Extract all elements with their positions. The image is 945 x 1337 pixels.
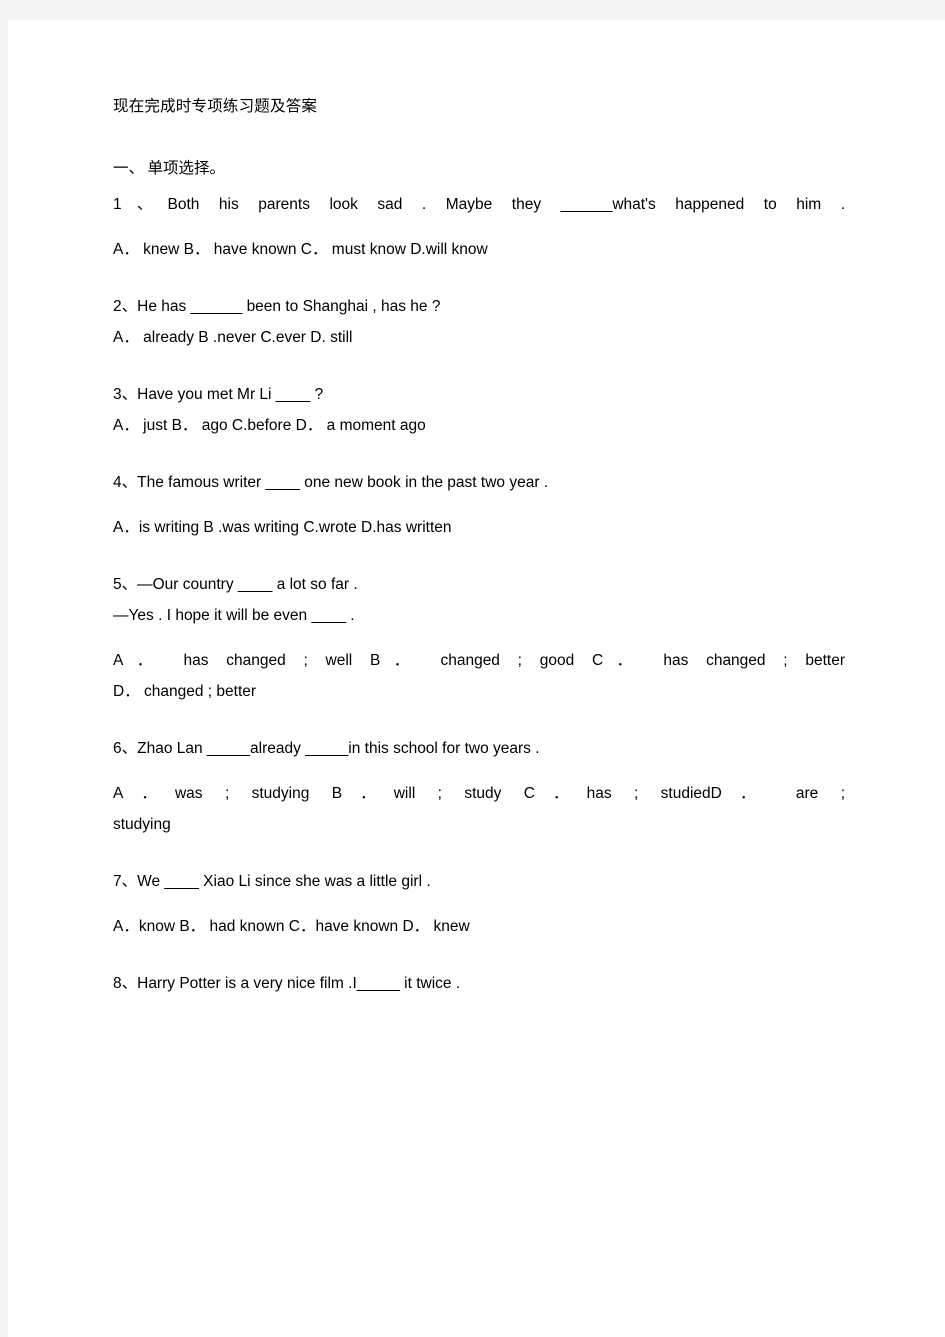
question-6-options-line-2: studying — [113, 816, 171, 833]
question-4-stem: 4、The famous writer ____ one new book in… — [113, 474, 549, 491]
question-5-options-line-1: A． has changed ; well B． changed ; good … — [113, 652, 845, 669]
question-8-stem: 8、Harry Potter is a very nice film .I___… — [113, 975, 461, 992]
question-1: 1、Both his parents look sad . Maybe they… — [113, 189, 845, 265]
question-6-stem: 6、Zhao Lan _____already _____in this sch… — [113, 740, 540, 757]
section-heading-multiple-choice: 一、 单项选择。 — [113, 160, 225, 177]
question-8: 8、Harry Potter is a very nice film .I___… — [113, 968, 845, 999]
question-2: 2、He has ______ been to Shanghai , has h… — [113, 291, 845, 353]
question-5-stem-line-2: —Yes . I hope it will be even ____ . — [113, 607, 355, 624]
document-page: 现在完成时专项练习题及答案 一、 单项选择。 1、Both his parent… — [8, 20, 945, 1337]
question-5-stem-line-1: 5、—Our country ____ a lot so far . — [113, 576, 358, 593]
page-title: 现在完成时专项练习题及答案 — [113, 98, 318, 115]
question-7: 7、We ____ Xiao Li since she was a little… — [113, 866, 845, 942]
question-3-options: A． just B． ago C.before D． a moment ago — [113, 417, 426, 434]
question-6-options-right: D． are ; — [710, 785, 845, 802]
question-6-options-line-1: A．was ; studying B．will ; study C．has ; … — [113, 778, 845, 809]
question-6: 6、Zhao Lan _____already _____in this sch… — [113, 733, 845, 840]
question-1-stem: 1、Both his parents look sad . Maybe they… — [113, 196, 845, 213]
question-4: 4、The famous writer ____ one new book in… — [113, 467, 845, 543]
question-7-stem: 7、We ____ Xiao Li since she was a little… — [113, 873, 431, 890]
question-5-options-line-2: D． changed ; better — [113, 683, 257, 700]
document-content: 现在完成时专项练习题及答案 一、 单项选择。 1、Both his parent… — [113, 95, 845, 999]
question-3: 3、Have you met Mr Li ____ ? A． just B． a… — [113, 379, 845, 441]
question-6-options-left: A．was ; studying B．will ; study C．has ; … — [113, 785, 711, 802]
question-5: 5、—Our country ____ a lot so far . —Yes … — [113, 569, 845, 707]
question-2-stem: 2、He has ______ been to Shanghai , has h… — [113, 298, 441, 315]
question-4-options: A．is writing B .was writing C.wrote D.ha… — [113, 519, 452, 536]
question-1-options: A． knew B． have known C． must know D.wil… — [113, 241, 488, 258]
question-7-options: A．know B． had known C．have known D． knew — [113, 918, 470, 935]
question-2-options: A． already B .never C.ever D. still — [113, 329, 353, 346]
question-3-stem: 3、Have you met Mr Li ____ ? — [113, 386, 324, 403]
